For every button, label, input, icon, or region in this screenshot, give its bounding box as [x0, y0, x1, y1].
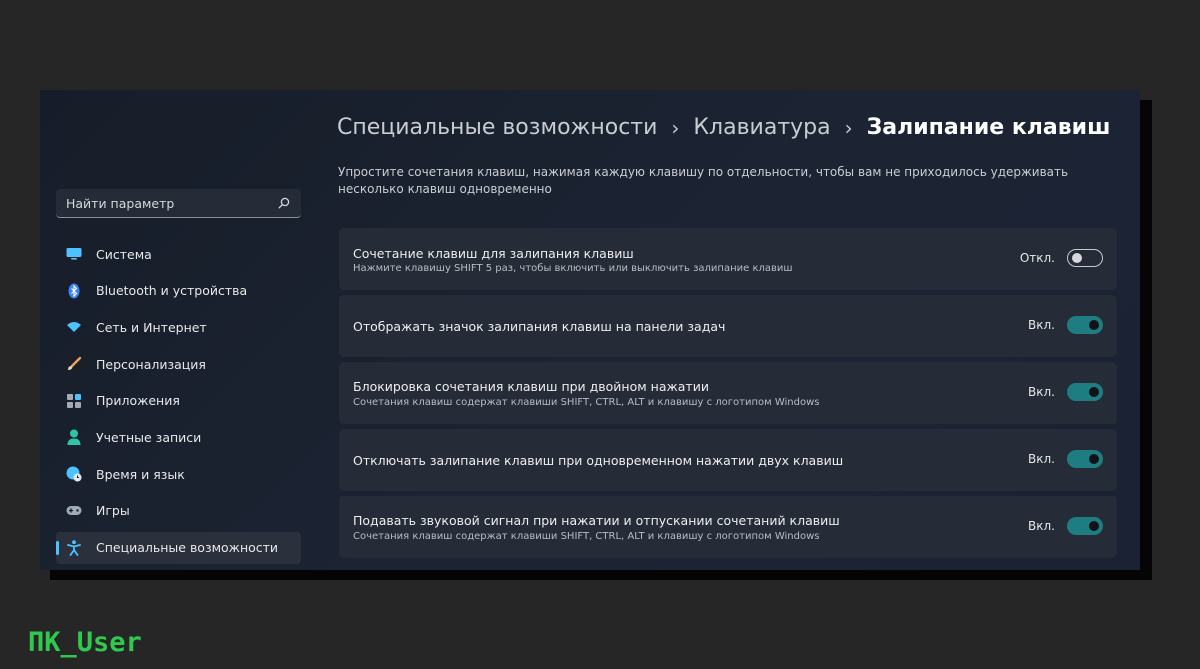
setting-title: Отображать значок залипания клавиш на па… [353, 319, 726, 334]
sidebar-item-system[interactable]: Система [56, 238, 301, 270]
toggle-state-label: Вкл. [1028, 452, 1055, 466]
page-title: Залипание клавиш [866, 115, 1111, 140]
sidebar-item-label: Персонализация [96, 356, 206, 372]
sidebar-item-label: Сеть и Интернет [96, 319, 207, 335]
setting-card-taskbar-icon[interactable]: Отображать значок залипания клавиш на па… [339, 295, 1117, 357]
setting-title: Отключать залипание клавиш при одновреме… [353, 453, 844, 468]
toggle-switch[interactable] [1067, 517, 1103, 535]
breadcrumb: Специальные возможности › Клавиатура › З… [337, 115, 1110, 140]
toggle-switch[interactable] [1067, 316, 1103, 334]
setting-card-shortcut[interactable]: Сочетание клавиш для залипания клавиш На… [339, 228, 1117, 290]
toggle-knob [1089, 454, 1099, 464]
toggle-knob [1089, 387, 1099, 397]
sidebar-item-label: Игры [96, 503, 130, 519]
sidebar-item-apps[interactable]: Приложения [56, 385, 301, 417]
sidebar-item-accessibility[interactable]: Специальные возможности [56, 531, 301, 564]
setting-subtitle: Сочетания клавиш содержат клавиши SHIFT,… [353, 531, 820, 542]
settings-window: Найти параметр Система Bluetooth и устро… [40, 90, 1140, 570]
brush-icon [66, 356, 82, 372]
sidebar-item-label: Bluetooth и устройства [96, 283, 248, 299]
user-icon [66, 429, 82, 446]
sidebar-item-label: Время и язык [96, 466, 185, 482]
setting-title: Сочетание клавиш для залипания клавиш [353, 246, 634, 261]
toggle-switch[interactable] [1067, 249, 1103, 267]
toggle-knob [1089, 521, 1099, 531]
breadcrumb-item-accessibility[interactable]: Специальные возможности [337, 115, 657, 140]
chevron-right-icon: › [671, 115, 680, 140]
toggle-switch[interactable] [1067, 450, 1103, 468]
sidebar-item-label: Специальные возможности [96, 540, 279, 555]
sidebar-item-label: Приложения [96, 393, 180, 409]
sidebar-nav: Система Bluetooth и устройства Сеть и Ин… [56, 238, 301, 568]
sidebar-item-personalization[interactable]: Персонализация [56, 348, 301, 380]
setting-card-two-keys[interactable]: Отключать залипание клавиш при одновреме… [339, 429, 1117, 491]
setting-subtitle: Сочетания клавиш содержат клавиши SHIFT,… [353, 397, 820, 408]
sidebar-item-label: Учетные записи [96, 429, 202, 445]
toggle-knob [1089, 320, 1099, 330]
setting-card-lock-double-press[interactable]: Блокировка сочетания клавиш при двойном … [339, 362, 1117, 424]
setting-card-sound[interactable]: Подавать звуковой сигнал при нажатии и о… [339, 496, 1117, 558]
toggle-switch[interactable] [1067, 383, 1103, 401]
bluetooth-icon [66, 283, 82, 299]
sidebar-item-time-language[interactable]: Время и язык [56, 458, 301, 490]
setting-subtitle: Нажмите клавишу SHIFT 5 раз, чтобы включ… [353, 263, 793, 274]
apps-icon [66, 393, 82, 409]
search-box[interactable]: Найти параметр [56, 189, 301, 218]
sidebar-item-label: Система [96, 246, 152, 262]
search-icon[interactable] [277, 196, 291, 210]
toggle-state-label: Откл. [1019, 251, 1055, 265]
page-description: Упростите сочетания клавиш, нажимая кажд… [338, 165, 1069, 196]
sidebar-item-bluetooth[interactable]: Bluetooth и устройства [56, 275, 301, 307]
gamepad-icon [66, 503, 82, 519]
monitor-icon [66, 246, 82, 262]
setting-title: Подавать звуковой сигнал при нажатии и о… [353, 513, 840, 528]
wifi-icon [66, 319, 82, 335]
sidebar-item-accounts[interactable]: Учетные записи [56, 421, 301, 453]
accessibility-icon [66, 539, 82, 556]
toggle-state-label: Вкл. [1028, 318, 1055, 332]
breadcrumb-item-keyboard[interactable]: Клавиатура [693, 115, 830, 140]
watermark: ПК_User [28, 627, 142, 658]
toggle-state-label: Вкл. [1028, 385, 1055, 399]
chevron-right-icon: › [844, 115, 853, 140]
toggle-state-label: Вкл. [1028, 519, 1055, 533]
setting-title: Блокировка сочетания клавиш при двойном … [353, 379, 709, 394]
toggle-knob [1072, 253, 1082, 263]
sidebar-item-network[interactable]: Сеть и Интернет [56, 311, 301, 343]
sidebar-item-gaming[interactable]: Игры [56, 495, 301, 527]
search-input[interactable]: Найти параметр [66, 196, 277, 211]
globe-clock-icon [66, 466, 82, 482]
